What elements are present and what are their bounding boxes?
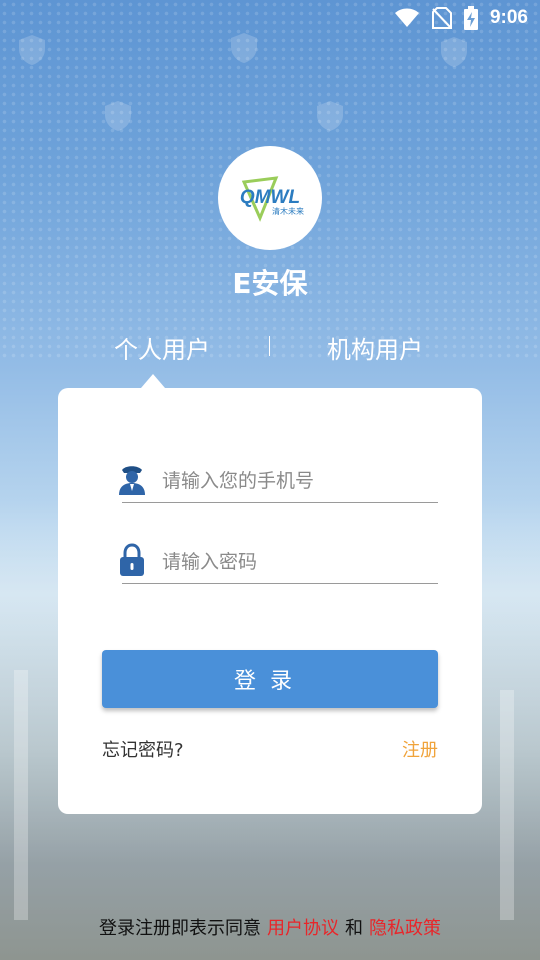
forgot-password-link[interactable]: 忘记密码? bbox=[102, 736, 184, 762]
agreement-footer: 登录注册即表示同意 用户协议和隐私政策 bbox=[0, 914, 540, 940]
background-shield-icon bbox=[441, 37, 467, 67]
phone-field bbox=[119, 458, 438, 503]
password-field bbox=[120, 539, 438, 584]
privacy-policy-link[interactable]: 隐私政策 bbox=[369, 918, 441, 939]
phone-input[interactable] bbox=[160, 464, 434, 498]
login-card: 登录 忘记密码? 注册 bbox=[58, 388, 482, 814]
status-bar: 9:06 bbox=[0, 0, 540, 36]
background-column bbox=[500, 690, 514, 920]
background-shield-icon bbox=[231, 33, 257, 63]
login-screen: 9:06 QMWL 清木未来 E安保 个人用户 机构用户 请输入您的手机号 登录… bbox=[0, 0, 540, 960]
app-title: E安保 bbox=[232, 267, 308, 300]
qmwl-logo-icon: QMWL 清木未来 bbox=[240, 176, 304, 222]
login-button[interactable]: 登录 bbox=[102, 650, 438, 708]
battery-charging-icon bbox=[463, 6, 478, 30]
no-sim-icon bbox=[431, 7, 452, 29]
password-input[interactable] bbox=[160, 545, 434, 579]
agreement-and: 和 bbox=[345, 918, 363, 939]
background-shield-icon bbox=[19, 35, 45, 65]
background-shield-icon bbox=[105, 101, 131, 131]
tab-organization-user[interactable]: 机构用户 bbox=[275, 330, 475, 365]
logo-text: QMWL bbox=[240, 187, 300, 208]
background-column bbox=[14, 670, 28, 920]
agreement-prefix: 登录注册即表示同意 bbox=[99, 918, 261, 939]
tab-divider bbox=[269, 336, 270, 356]
user-agreement-link[interactable]: 用户协议 bbox=[267, 918, 339, 939]
register-link[interactable]: 注册 bbox=[402, 736, 438, 762]
app-logo: QMWL 清木未来 bbox=[218, 146, 322, 250]
user-guard-icon bbox=[119, 466, 145, 495]
tab-personal-user[interactable]: 个人用户 bbox=[62, 330, 262, 365]
background-shield-icon bbox=[317, 101, 343, 131]
logo-subtext: 清木未来 bbox=[272, 206, 304, 216]
selected-tab-indicator bbox=[141, 374, 165, 388]
status-time: 9:06 bbox=[489, 7, 528, 28]
lock-icon bbox=[120, 543, 144, 576]
wifi-icon bbox=[394, 8, 419, 27]
